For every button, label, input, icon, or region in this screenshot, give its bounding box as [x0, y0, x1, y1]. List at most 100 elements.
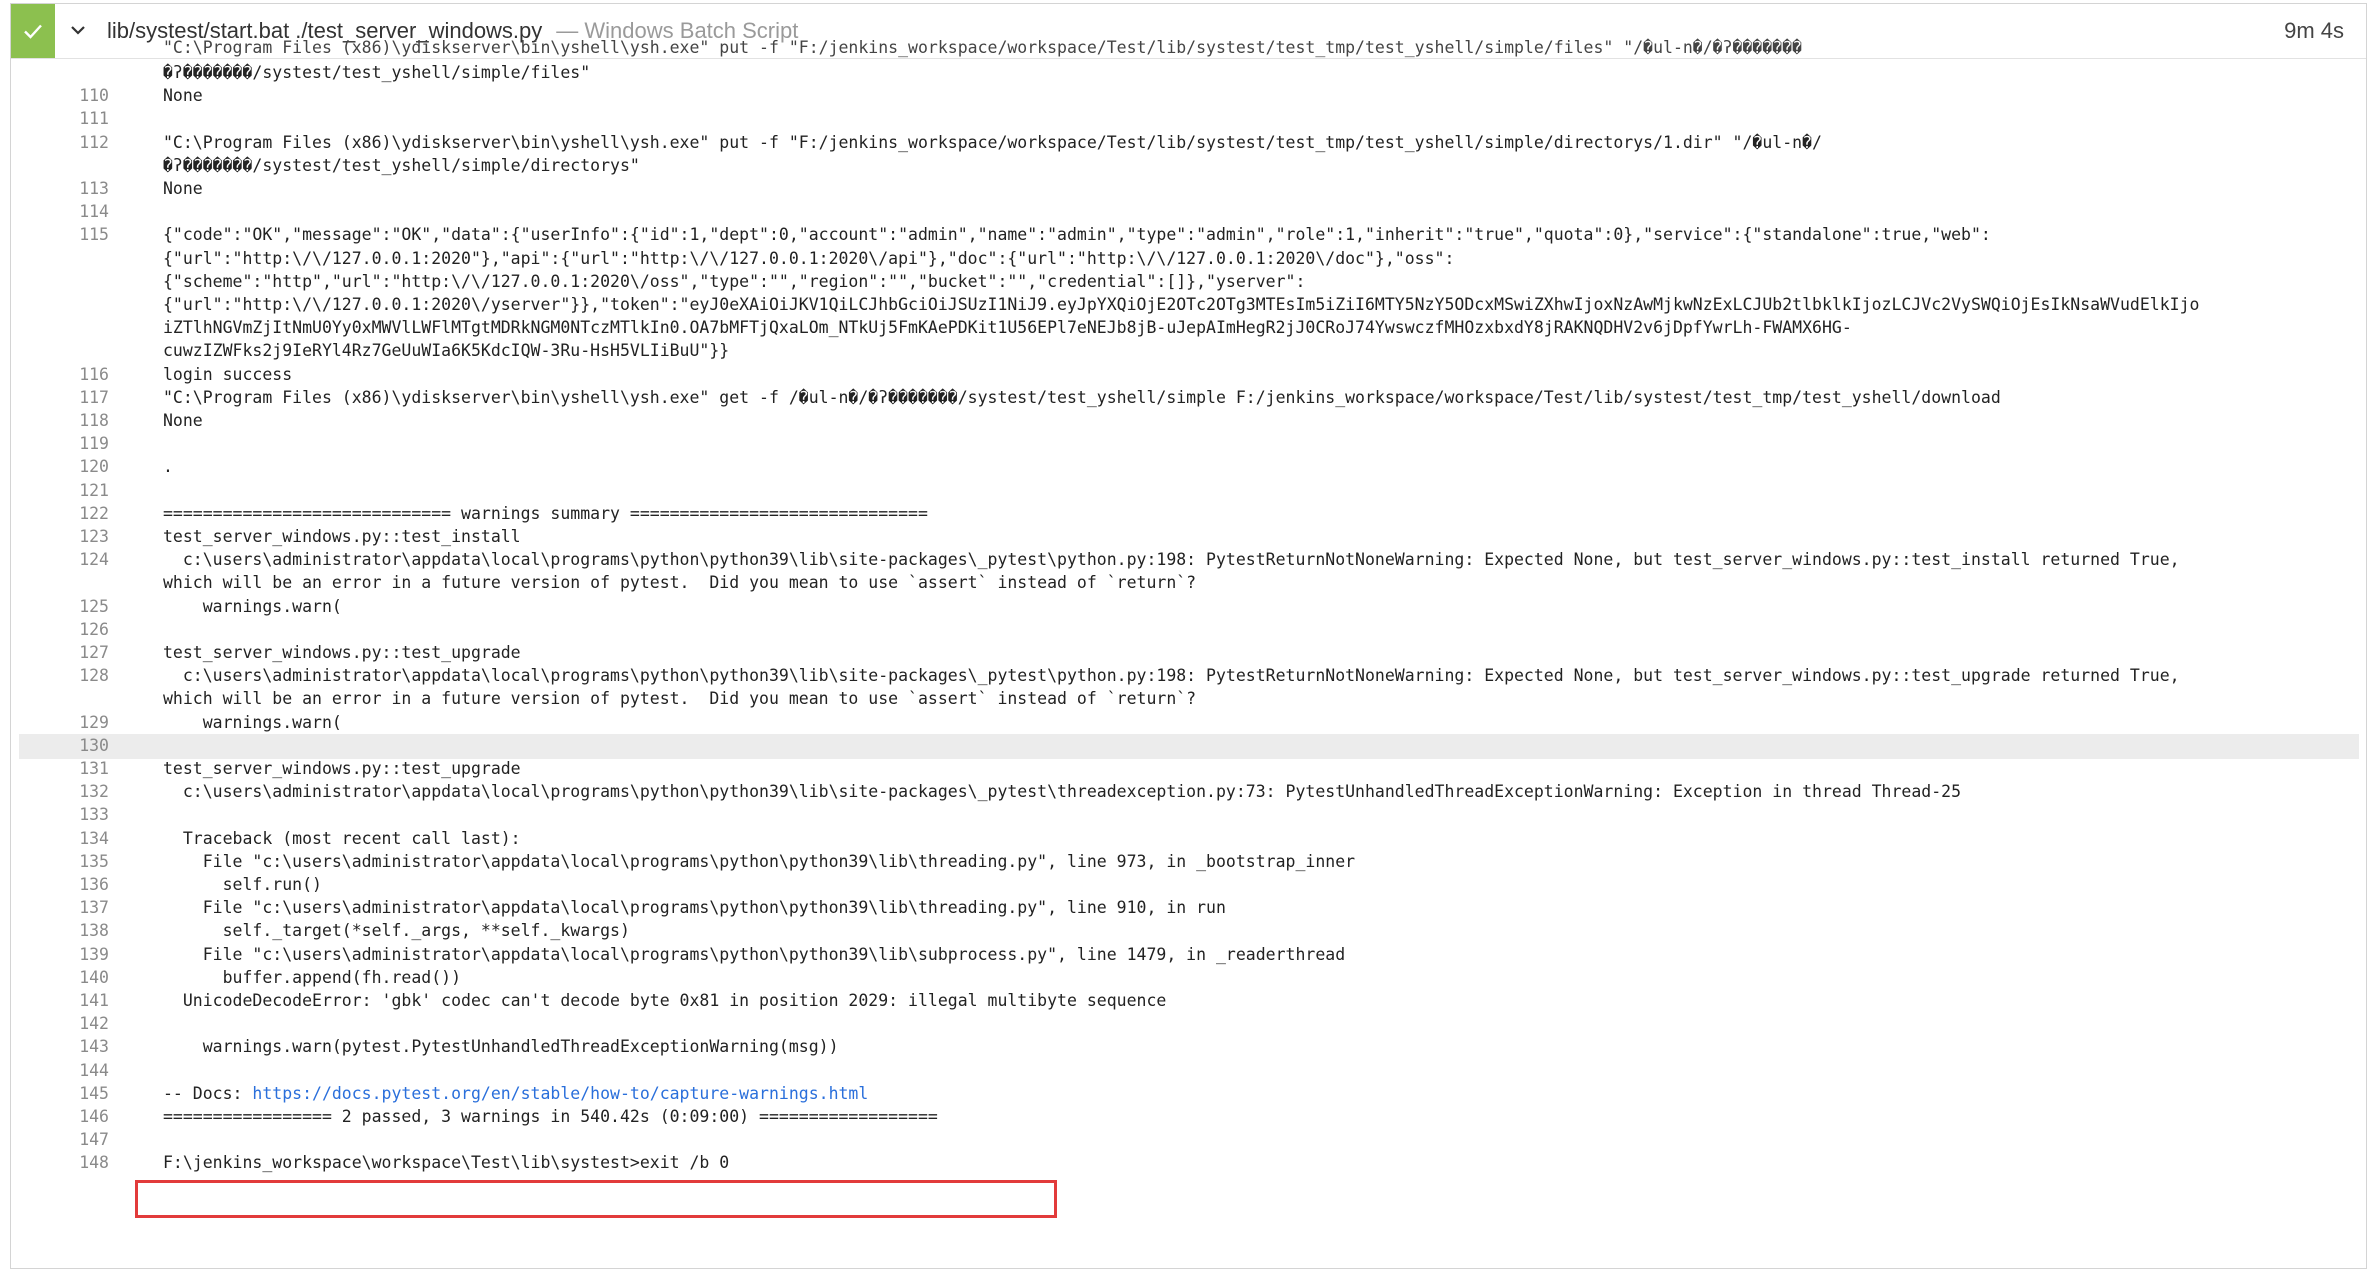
log-text: ============================= warnings s…: [163, 503, 928, 523]
log-text: "C:\Program Files (x86)\ydiskserver\bin\…: [163, 132, 1822, 152]
line-number[interactable]: 140: [11, 968, 109, 987]
log-text: None: [163, 86, 203, 106]
log-text: File "c:\users\administrator\appdata\loc…: [163, 851, 1356, 871]
log-text: {"code":"OK","message":"OK","data":{"use…: [163, 225, 1991, 245]
log-line-text: c:\users\administrator\appdata\local\pro…: [163, 782, 1961, 801]
log-text: iZTlhNGVmZjItNmU0Yy0xMWVlLWFlMTgtMDRkNGM…: [163, 318, 1852, 338]
line-number[interactable]: 131: [11, 759, 109, 778]
docs-link[interactable]: https://docs.pytest.org/en/stable/how-to…: [252, 1084, 868, 1103]
log-step-panel: lib/systest/start.bat ./test_server_wind…: [10, 3, 2367, 1269]
line-number[interactable]: 142: [11, 1014, 109, 1033]
log-line-text: UnicodeDecodeError: 'gbk' codec can't de…: [163, 991, 1166, 1010]
log-line-text: File "c:\users\administrator\appdata\loc…: [163, 945, 1345, 964]
line-number[interactable]: 111: [11, 109, 109, 128]
line-number[interactable]: 137: [11, 898, 109, 917]
log-text: which will be an error in a future versi…: [163, 689, 1197, 709]
line-number[interactable]: 113: [11, 179, 109, 198]
step-duration: 9m 4s: [2284, 18, 2344, 43]
log-text: {"url":"http:\/\/127.0.0.1:2020"},"api":…: [163, 248, 1455, 268]
line-number[interactable]: 134: [11, 829, 109, 848]
log-text: "C:\Program Files (x86)\ydiskserver\bin\…: [163, 387, 2001, 407]
log-text: c:\users\administrator\appdata\local\pro…: [163, 550, 2180, 570]
line-number[interactable]: 135: [11, 852, 109, 871]
line-number[interactable]: 120: [11, 457, 109, 476]
log-line-text: �ʔ�������/systest/test_yshell/simple/fil…: [163, 63, 590, 82]
line-number[interactable]: 119: [11, 434, 109, 453]
line-number[interactable]: 130: [11, 736, 109, 755]
log-line-text: File "c:\users\administrator\appdata\loc…: [163, 852, 1355, 871]
log-line-text: F:\jenkins_workspace\workspace\Test\lib\…: [163, 1153, 729, 1172]
line-number[interactable]: 126: [11, 620, 109, 639]
log-line-text: which will be an error in a future versi…: [163, 573, 1196, 592]
line-number[interactable]: 129: [11, 713, 109, 732]
annotation-highlight-box: [135, 1180, 1057, 1218]
line-number[interactable]: 133: [11, 805, 109, 824]
log-text: cuwzIZWFks2j9IeRYl4Rz7GeUuWIa6K5KdcIQW-3…: [163, 341, 730, 361]
line-number[interactable]: 121: [11, 481, 109, 500]
console-log: "C:\Program Files (x86)\ydiskserver\bin\…: [11, 38, 2366, 1268]
line-number[interactable]: 143: [11, 1037, 109, 1056]
line-number[interactable]: 146: [11, 1107, 109, 1126]
log-text: which will be an error in a future versi…: [163, 573, 1197, 593]
line-number[interactable]: 122: [11, 504, 109, 523]
line-number[interactable]: 118: [11, 411, 109, 430]
log-text: self.run(): [163, 875, 322, 894]
log-line-text: self._target(*self._args, **self._kwargs…: [163, 921, 630, 940]
check-icon: [24, 24, 42, 39]
log-text: -- Docs:: [163, 1083, 253, 1103]
log-text: None: [163, 179, 203, 198]
line-number[interactable]: 117: [11, 388, 109, 407]
log-text: Traceback (most recent call last):: [163, 828, 521, 848]
line-number[interactable]: 116: [11, 365, 109, 384]
line-number[interactable]: 110: [11, 86, 109, 105]
log-text: warnings.warn(: [163, 712, 342, 732]
line-number[interactable]: 127: [11, 643, 109, 662]
log-line-text: iZTlhNGVmZjItNmU0Yy0xMWVlLWFlMTgtMDRkNGM…: [163, 318, 1852, 337]
log-line-text: warnings.warn(pytest.PytestUnhandledThre…: [163, 1037, 839, 1056]
line-number[interactable]: 141: [11, 991, 109, 1010]
line-number[interactable]: 139: [11, 945, 109, 964]
line-number[interactable]: 128: [11, 666, 109, 685]
line-number[interactable]: 123: [11, 527, 109, 546]
log-text: buffer.append(fh.read()): [163, 967, 462, 987]
line-number[interactable]: 136: [11, 875, 109, 894]
log-text: warnings.warn(pytest.PytestUnhandledThre…: [163, 1037, 839, 1057]
line-number[interactable]: 132: [11, 782, 109, 801]
line-number[interactable]: 144: [11, 1061, 109, 1080]
log-text: ================= 2 passed, 3 warnings i…: [163, 1107, 938, 1126]
line-number[interactable]: 112: [11, 133, 109, 152]
line-number[interactable]: 147: [11, 1130, 109, 1149]
log-text: File "c:\users\administrator\appdata\loc…: [163, 944, 1346, 964]
log-line-text: which will be an error in a future versi…: [163, 689, 1196, 708]
log-line-text: {"url":"http:\/\/127.0.0.1:2020"},"api":…: [163, 249, 1454, 268]
log-text: test_server_windows.py::test_upgrade: [163, 759, 521, 778]
line-number[interactable]: 148: [11, 1153, 109, 1172]
log-text: {"url":"http:\/\/127.0.0.1:2020\/yserver…: [163, 295, 2200, 314]
log-text: test_server_windows.py::test_upgrade: [163, 643, 521, 662]
log-line-text: self.run(): [163, 875, 322, 894]
log-line-partial: "C:\Program Files (x86)\ydiskserver\bin\…: [163, 38, 1803, 57]
line-number[interactable]: 114: [11, 202, 109, 221]
log-line-text: ================= 2 passed, 3 warnings i…: [163, 1107, 938, 1126]
log-text: �ʔ�������/systest/test_yshell/simple/fil…: [163, 63, 591, 82]
line-number[interactable]: 115: [11, 225, 109, 244]
log-text: None: [163, 411, 203, 430]
log-line-text: {"code":"OK","message":"OK","data":{"use…: [163, 225, 1991, 244]
log-text: {"scheme":"http","url":"http:\/\/127.0.0…: [163, 271, 1306, 291]
line-number[interactable]: 138: [11, 921, 109, 940]
chevron-down-icon: [71, 26, 85, 35]
line-number[interactable]: 145: [11, 1084, 109, 1103]
log-line-text: cuwzIZWFks2j9IeRYl4Rz7GeUuWIa6K5KdcIQW-3…: [163, 341, 729, 360]
log-line-text: warnings.warn(: [163, 597, 342, 616]
log-text: .: [163, 457, 173, 477]
log-line-text: "C:\Program Files (x86)\ydiskserver\bin\…: [163, 388, 2001, 407]
log-text: c:\users\administrator\appdata\local\pro…: [163, 666, 2180, 686]
log-line-text: login success: [163, 365, 292, 384]
line-number[interactable]: 125: [11, 597, 109, 616]
log-line-text: test_server_windows.py::test_install: [163, 527, 521, 546]
collapse-toggle[interactable]: [67, 17, 89, 45]
line-number[interactable]: 124: [11, 550, 109, 569]
log-line-text: None: [163, 179, 203, 198]
log-line-text: ============================= warnings s…: [163, 504, 928, 523]
log-text: self._target(*self._args, **self._kwargs…: [163, 921, 630, 941]
